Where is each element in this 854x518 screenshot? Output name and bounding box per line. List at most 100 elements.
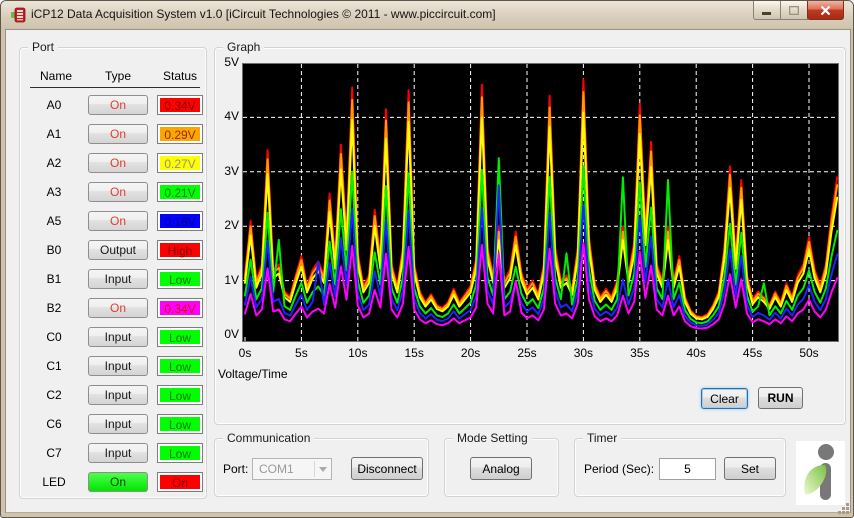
resize-grip-icon [838,503,849,514]
port-status-B1: Low [157,269,203,289]
port-name-C2: C2 [46,388,62,402]
app-icon [10,7,26,23]
disconnect-button[interactable]: Disconnect [351,457,423,480]
port-status-A5: 0.18V [157,211,203,231]
port-type-button-C0[interactable]: Input [88,327,148,347]
close-icon [821,5,830,15]
port-status-A1: 0.29V [157,124,203,144]
port-combo-label: Port: [223,462,249,476]
y-tick-2V: 2V [224,218,239,233]
port-type-button-A0[interactable]: On [88,95,148,115]
minimize-button[interactable] [753,1,781,20]
icircuit-person-icon [804,444,834,500]
x-tick-50s: 50s [799,346,819,360]
port-status-C7: Low [157,443,203,463]
port-type-button-A3[interactable]: On [88,182,148,202]
port-status-LED: On [157,472,203,492]
port-name-A5: A5 [46,214,62,228]
port-name-B0: B0 [46,243,62,257]
port-status-B0: High [157,240,203,260]
chevron-down-icon [319,467,327,472]
app-window: iCP12 Data Acquisition System v1.0 [iCir… [0,0,854,518]
port-type-button-C7[interactable]: Input [88,443,148,463]
port-status-C2: Low [157,385,203,405]
port-type-button-LED[interactable]: On [88,472,148,492]
port-name-A3: A3 [46,185,62,199]
port-status-C0: Low [157,327,203,347]
graph-plot [242,63,839,342]
y-tick-0V: 0V [224,327,239,341]
port-name-A0: A0 [46,98,62,112]
x-tick-30s: 30s [573,346,594,360]
x-tick-40s: 40s [686,346,706,360]
port-type-button-A2[interactable]: On [88,153,148,173]
minimize-icon [762,11,771,15]
com-port-value: COM1 [259,462,294,476]
x-tick-45s: 45s [742,346,763,360]
clear-button[interactable]: Clear [701,388,748,409]
port-type-button-C2[interactable]: Input [88,385,148,405]
analog-mode-button[interactable]: Analog [470,457,532,480]
x-tick-5s: 5s [295,346,308,360]
port-row-C7: C7 Input Low [20,443,206,463]
column-header-type: Type [104,69,131,83]
port-row-LED: LED On On [20,472,206,492]
set-period-button[interactable]: Set [724,457,776,480]
x-tick-35s: 35s [630,346,650,360]
x-tick-10s: 10s [348,346,368,360]
port-type-button-B1[interactable]: Input [88,269,148,289]
x-tick-0s: 0s [238,346,252,360]
port-group-label: Port [28,40,59,54]
port-type-button-C1[interactable]: Input [88,356,148,376]
x-tick-25s: 25s [517,346,537,360]
port-row-C0: C0 Input Low [20,327,206,347]
port-status-C6: Low [157,414,203,434]
period-input[interactable] [659,458,716,480]
y-tick-3V: 3V [224,163,239,178]
port-name-B2: B2 [46,301,62,315]
port-row-A0: A0 On 0.34V [20,95,206,115]
port-row-C1: C1 Input Low [20,356,206,376]
port-name-A1: A1 [46,127,62,141]
port-type-button-B2[interactable]: On [88,298,148,318]
port-status-B2: 0.34V [157,298,203,318]
maximize-button[interactable] [780,1,808,20]
port-type-button-B0[interactable]: Output [88,240,148,260]
maximize-icon [789,5,799,15]
port-status-A2: 0.27V [157,153,203,173]
mode-setting-group-label: Mode Setting [453,431,532,445]
port-type-button-A1[interactable]: On [88,124,148,144]
run-button[interactable]: RUN [758,387,803,409]
title-bar: iCP12 Data Acquisition System v1.0 [iCir… [1,1,853,29]
resize-grip[interactable] [837,502,850,515]
port-row-A2: A2 On 0.27V [20,153,206,173]
port-type-button-A5[interactable]: On [88,211,148,231]
port-row-A5: A5 On 0.18V [20,211,206,231]
port-row-C2: C2 Input Low [20,385,206,405]
port-name-C1: C1 [46,359,62,373]
graph-group-label: Graph [223,40,265,54]
port-row-B1: B1 Input Low [20,269,206,289]
timer-group-label: Timer [583,431,622,445]
brand-logo [796,441,845,505]
port-name-A2: A2 [46,156,62,170]
port-row-B0: B0 Output High [20,240,206,260]
column-header-name: Name [39,69,72,83]
header-divider [30,87,200,88]
communication-group-label: Communication [223,431,315,445]
port-name-B1: B1 [46,272,62,286]
close-button[interactable] [807,1,844,20]
period-label: Period (Sec): [584,462,655,476]
port-row-A3: A3 On 0.21V [20,182,206,202]
port-row-A1: A1 On 0.29V [20,124,206,144]
y-tick-5V: 5V [224,55,239,69]
port-name-C6: C6 [46,417,62,431]
port-row-B2: B2 On 0.34V [20,298,206,318]
port-type-button-C6[interactable]: Input [88,414,148,434]
port-row-C6: C6 Input Low [20,414,206,434]
x-tick-15s: 15s [404,346,424,360]
y-tick-1V: 1V [224,272,239,287]
port-name-C7: C7 [46,446,62,460]
y-tick-4V: 4V [224,109,239,124]
com-port-select[interactable]: COM1 [252,458,332,480]
